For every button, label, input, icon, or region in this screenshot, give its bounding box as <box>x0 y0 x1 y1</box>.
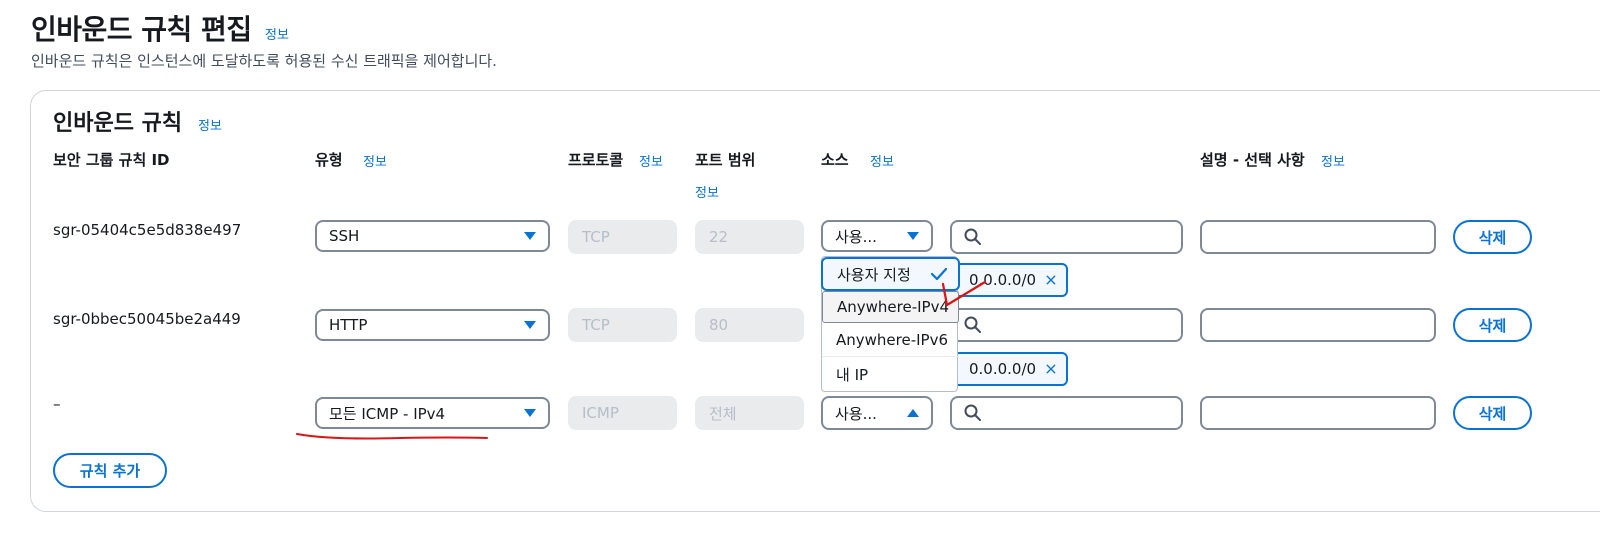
check-annotation <box>941 280 987 307</box>
annotation-overlay <box>296 280 987 440</box>
underline-annotation <box>296 433 488 440</box>
